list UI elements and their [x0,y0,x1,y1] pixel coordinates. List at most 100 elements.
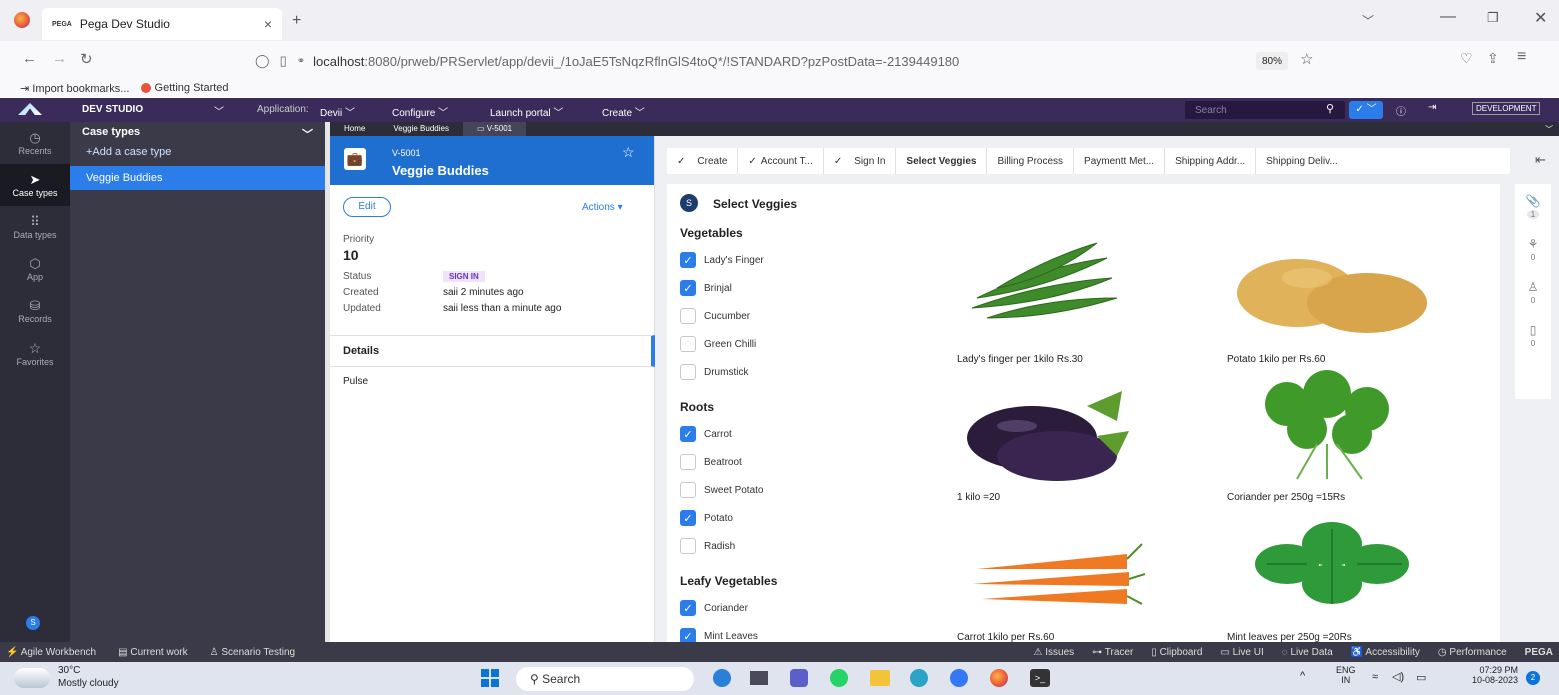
stage-sign-in[interactable]: ✓ Sign In [824,148,897,174]
checkbox-unchecked-icon[interactable] [680,482,696,498]
details-tab[interactable]: Details [330,335,655,367]
agile-workbench[interactable]: ⚡ Agile Workbench [6,647,96,658]
temperature[interactable]: 30°C [58,665,80,676]
edge-icon[interactable] [910,669,928,687]
case-type-item[interactable]: Veggie Buddies [70,166,325,190]
application-switcher[interactable]: Devii ﹀ [320,104,355,119]
attachments-item[interactable]: 📎 1 [1515,194,1551,219]
app-menu-icon[interactable]: ≡ [1517,48,1526,66]
taskbar-search[interactable]: ⚲ Search [516,667,694,691]
tracer-link[interactable]: ⊶ Tracer [1092,647,1133,658]
option-coriander[interactable]: ✓ Coriander [680,594,940,622]
edit-button[interactable]: Edit [343,197,391,217]
stage-payment-method[interactable]: Paymentt Met... [1074,148,1166,174]
getting-started[interactable]: Getting Started [141,82,229,94]
firefox-icon[interactable] [14,12,30,28]
firefox-taskbar-icon[interactable] [990,669,1008,687]
back-icon[interactable]: ← [22,50,37,67]
checkout-icon[interactable]: ✓ ﹀ [1349,101,1383,119]
close-tab-icon[interactable]: × [264,16,272,32]
clipboard-item[interactable]: ▯ 0 [1515,323,1551,348]
restore-icon[interactable]: ❐ [1487,10,1499,26]
file-explorer-icon[interactable] [870,670,890,686]
search-input[interactable]: Search [1185,101,1345,119]
tab-home[interactable]: Home [330,122,379,136]
nav-app[interactable]: ⬡ App [0,248,70,290]
pulse-tab[interactable]: Pulse [343,376,368,387]
option-ladys-finger[interactable]: ✓ Lady's Finger [680,246,940,274]
battery-icon[interactable]: ▭ [1416,671,1426,684]
stage-shipping-address[interactable]: Shipping Addr... [1165,148,1257,174]
task-view-icon[interactable] [750,671,768,685]
new-tab-icon[interactable]: + [292,12,301,30]
collapse-panel-icon[interactable]: ⇤ [1535,152,1546,168]
url-bar[interactable]: ◯ ▯ ⚭ localhost :8080/prweb/PRServlet/ap… [255,48,1343,74]
add-case-type-link[interactable]: +Add a case type [70,142,325,162]
follow-star-icon[interactable]: ☆ [622,144,635,161]
help-icon[interactable]: ⓘ [1396,103,1406,118]
terminal-icon[interactable]: >_ [1030,669,1050,687]
checkbox-checked-icon[interactable]: ✓ [680,280,696,296]
shield-icon[interactable]: ◯ [255,53,270,69]
import-bookmarks[interactable]: ⇥ Import bookmarks... [20,82,129,95]
option-brinjal[interactable]: ✓ Brinjal [680,274,940,302]
forward-icon[interactable]: → [52,50,67,67]
stage-account-type[interactable]: ✓ Account T... [738,148,824,174]
live-ui-link[interactable]: ▭ Live UI [1220,647,1263,658]
followers-item[interactable]: ♙ 0 [1515,280,1551,305]
checkbox-checked-icon[interactable]: ✓ [680,426,696,442]
tabs-overflow-icon[interactable]: ﹀ [1539,122,1559,136]
scenario-testing[interactable]: ♙ Scenario Testing [210,647,296,658]
stage-create[interactable]: ✓ Create [667,148,739,174]
tab-veggie-buddies[interactable]: Veggie Buddies [379,122,463,136]
performance-link[interactable]: ◷ Performance [1438,647,1507,658]
nav-data-types[interactable]: ⠿ Data types [0,206,70,248]
studio-chevron-icon[interactable]: ﹀ [214,103,224,118]
option-carrot[interactable]: ✓ Carrot [680,420,940,448]
checkbox-checked-icon[interactable]: ✓ [680,510,696,526]
checkbox-unchecked-icon[interactable] [680,454,696,470]
option-radish[interactable]: Radish [680,532,940,560]
actions-menu[interactable]: Actions ▾ [582,202,623,213]
list-tabs-icon[interactable]: ﹀ [1362,12,1374,29]
stage-billing-process[interactable]: Billing Process [987,148,1075,174]
menu-create[interactable]: Create ﹀ [602,104,645,119]
teams-icon[interactable] [790,669,808,687]
nav-recents[interactable]: ◷ Recents [0,122,70,164]
wifi-icon[interactable]: ≈ [1372,671,1378,683]
clipboard-link[interactable]: ▯ Clipboard [1151,647,1202,658]
language-indicator[interactable]: ENG IN [1336,665,1356,685]
browser-tab[interactable]: PEGA Pega Dev Studio × [42,8,282,40]
nav-case-types[interactable]: ➤ Case types [0,164,70,206]
tags-item[interactable]: ⚘ 0 [1515,237,1551,262]
nav-favorites[interactable]: ☆ Favorites [0,332,70,374]
option-beatroot[interactable]: Beatroot [680,448,940,476]
option-green-chilli[interactable]: Green Chilli [680,330,940,358]
case-types-chevron-icon[interactable]: ﹀ [302,126,313,142]
nav-records[interactable]: ⛁ Records [0,290,70,332]
tab-v-5001[interactable]: ▭ V-5001 [462,122,527,136]
stage-shipping-delivery[interactable]: Shipping Deliv... [1256,148,1348,174]
stage-select-veggies[interactable]: Select Veggies [896,148,988,174]
search-icon[interactable]: ⚲ [1326,102,1334,115]
whatsapp-icon[interactable] [830,669,848,687]
issues-link[interactable]: ⚠ Issues [1034,647,1075,658]
windows-start-icon[interactable] [481,669,499,687]
menu-launch-portal[interactable]: Launch portal ﹀ [490,104,563,119]
checkbox-unchecked-icon[interactable] [680,336,696,352]
window-close-icon[interactable]: ✕ [1534,8,1547,28]
checkbox-checked-icon[interactable]: ✓ [680,252,696,268]
extensions-icon[interactable]: ⇪ [1487,50,1499,67]
checkbox-unchecked-icon[interactable] [680,538,696,554]
pocket-icon[interactable]: ♡ [1460,50,1473,67]
live-data-link[interactable]: ◌ Live Data [1282,647,1333,658]
show-hidden-icons[interactable]: ^ [1300,670,1305,682]
accessibility-link[interactable]: ♿ Accessibility [1351,647,1420,658]
zoom-level[interactable]: 80% [1256,52,1289,70]
bing-icon[interactable] [713,669,731,687]
chrome-icon[interactable] [950,669,968,687]
current-work[interactable]: ▤ Current work [118,647,187,658]
permissions-icon[interactable]: ⚭ [297,56,305,67]
option-sweet-potato[interactable]: Sweet Potato [680,476,940,504]
option-potato[interactable]: ✓ Potato [680,504,940,532]
